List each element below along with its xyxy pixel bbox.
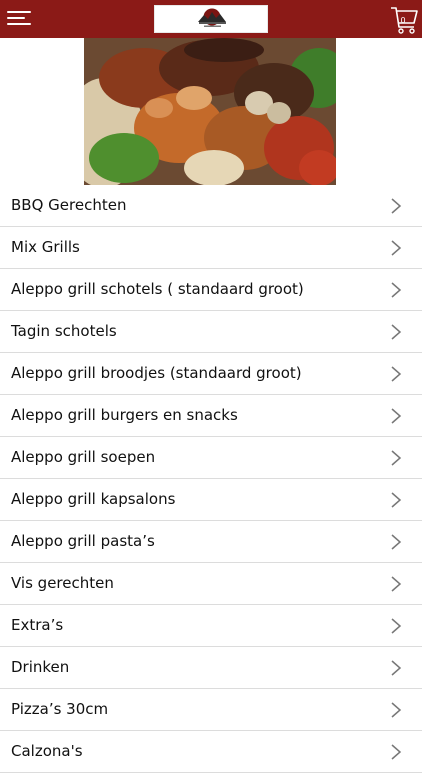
hamburger-menu-icon[interactable]	[7, 11, 31, 29]
category-label: Aleppo grill broodjes (standaard groot)	[11, 364, 302, 382]
category-row-mix-grills[interactable]: Mix Grills	[0, 227, 422, 269]
chevron-right-icon	[391, 534, 402, 550]
category-label: Aleppo grill soepen	[11, 448, 156, 466]
category-label: Aleppo grill kapsalons	[11, 490, 176, 508]
category-label: Aleppo grill burgers en snacks	[11, 406, 238, 424]
chevron-right-icon	[391, 660, 402, 676]
chevron-right-icon	[391, 744, 402, 760]
chevron-right-icon	[391, 408, 402, 424]
category-label: Vis gerechten	[11, 574, 114, 592]
category-row-aleppo-grill-schotels[interactable]: Aleppo grill schotels ( standaard groot)	[0, 269, 422, 311]
category-label: Extra’s	[11, 616, 64, 634]
hero-food-image	[84, 38, 336, 185]
chevron-right-icon	[391, 366, 402, 382]
category-row-aleppo-grill-broodjes[interactable]: Aleppo grill broodjes (standaard groot)	[0, 353, 422, 395]
chevron-right-icon	[391, 282, 402, 298]
top-app-bar: 0	[0, 0, 422, 38]
shopping-cart-icon[interactable]: 0	[390, 5, 418, 35]
chevron-right-icon	[391, 618, 402, 634]
category-row-tagin-schotels[interactable]: Tagin schotels	[0, 311, 422, 353]
chevron-right-icon	[391, 198, 402, 214]
category-label: Pizza’s 30cm	[11, 700, 109, 718]
category-row-bbq-gerechten[interactable]: BBQ Gerechten	[0, 185, 422, 227]
chevron-right-icon	[391, 450, 402, 466]
category-row-aleppo-grill-pastas[interactable]: Aleppo grill pasta’s	[0, 521, 422, 563]
category-row-aleppo-grill-kapsalons[interactable]: Aleppo grill kapsalons	[0, 479, 422, 521]
category-list: BBQ Gerechten Mix Grills Aleppo grill sc…	[0, 185, 422, 773]
restaurant-logo	[154, 5, 268, 33]
category-label: Calzona's	[11, 742, 83, 760]
chevron-right-icon	[391, 240, 402, 256]
chevron-right-icon	[391, 324, 402, 340]
category-label: Aleppo grill schotels ( standaard groot)	[11, 280, 304, 298]
category-label: Tagin schotels	[11, 322, 117, 340]
category-label: Mix Grills	[11, 238, 80, 256]
category-row-pizzas-30cm[interactable]: Pizza’s 30cm	[0, 689, 422, 731]
chevron-right-icon	[391, 576, 402, 592]
category-row-aleppo-grill-soepen[interactable]: Aleppo grill soepen	[0, 437, 422, 479]
cart-count-badge: 0	[400, 16, 406, 25]
category-label: Aleppo grill pasta’s	[11, 532, 155, 550]
category-row-calzonas[interactable]: Calzona's	[0, 731, 422, 773]
category-row-drinken[interactable]: Drinken	[0, 647, 422, 689]
chevron-right-icon	[391, 492, 402, 508]
category-row-vis-gerechten[interactable]: Vis gerechten	[0, 563, 422, 605]
category-row-extras[interactable]: Extra’s	[0, 605, 422, 647]
category-row-aleppo-grill-burgers-en-snacks[interactable]: Aleppo grill burgers en snacks	[0, 395, 422, 437]
category-label: BBQ Gerechten	[11, 196, 127, 214]
chevron-right-icon	[391, 702, 402, 718]
category-label: Drinken	[11, 658, 70, 676]
